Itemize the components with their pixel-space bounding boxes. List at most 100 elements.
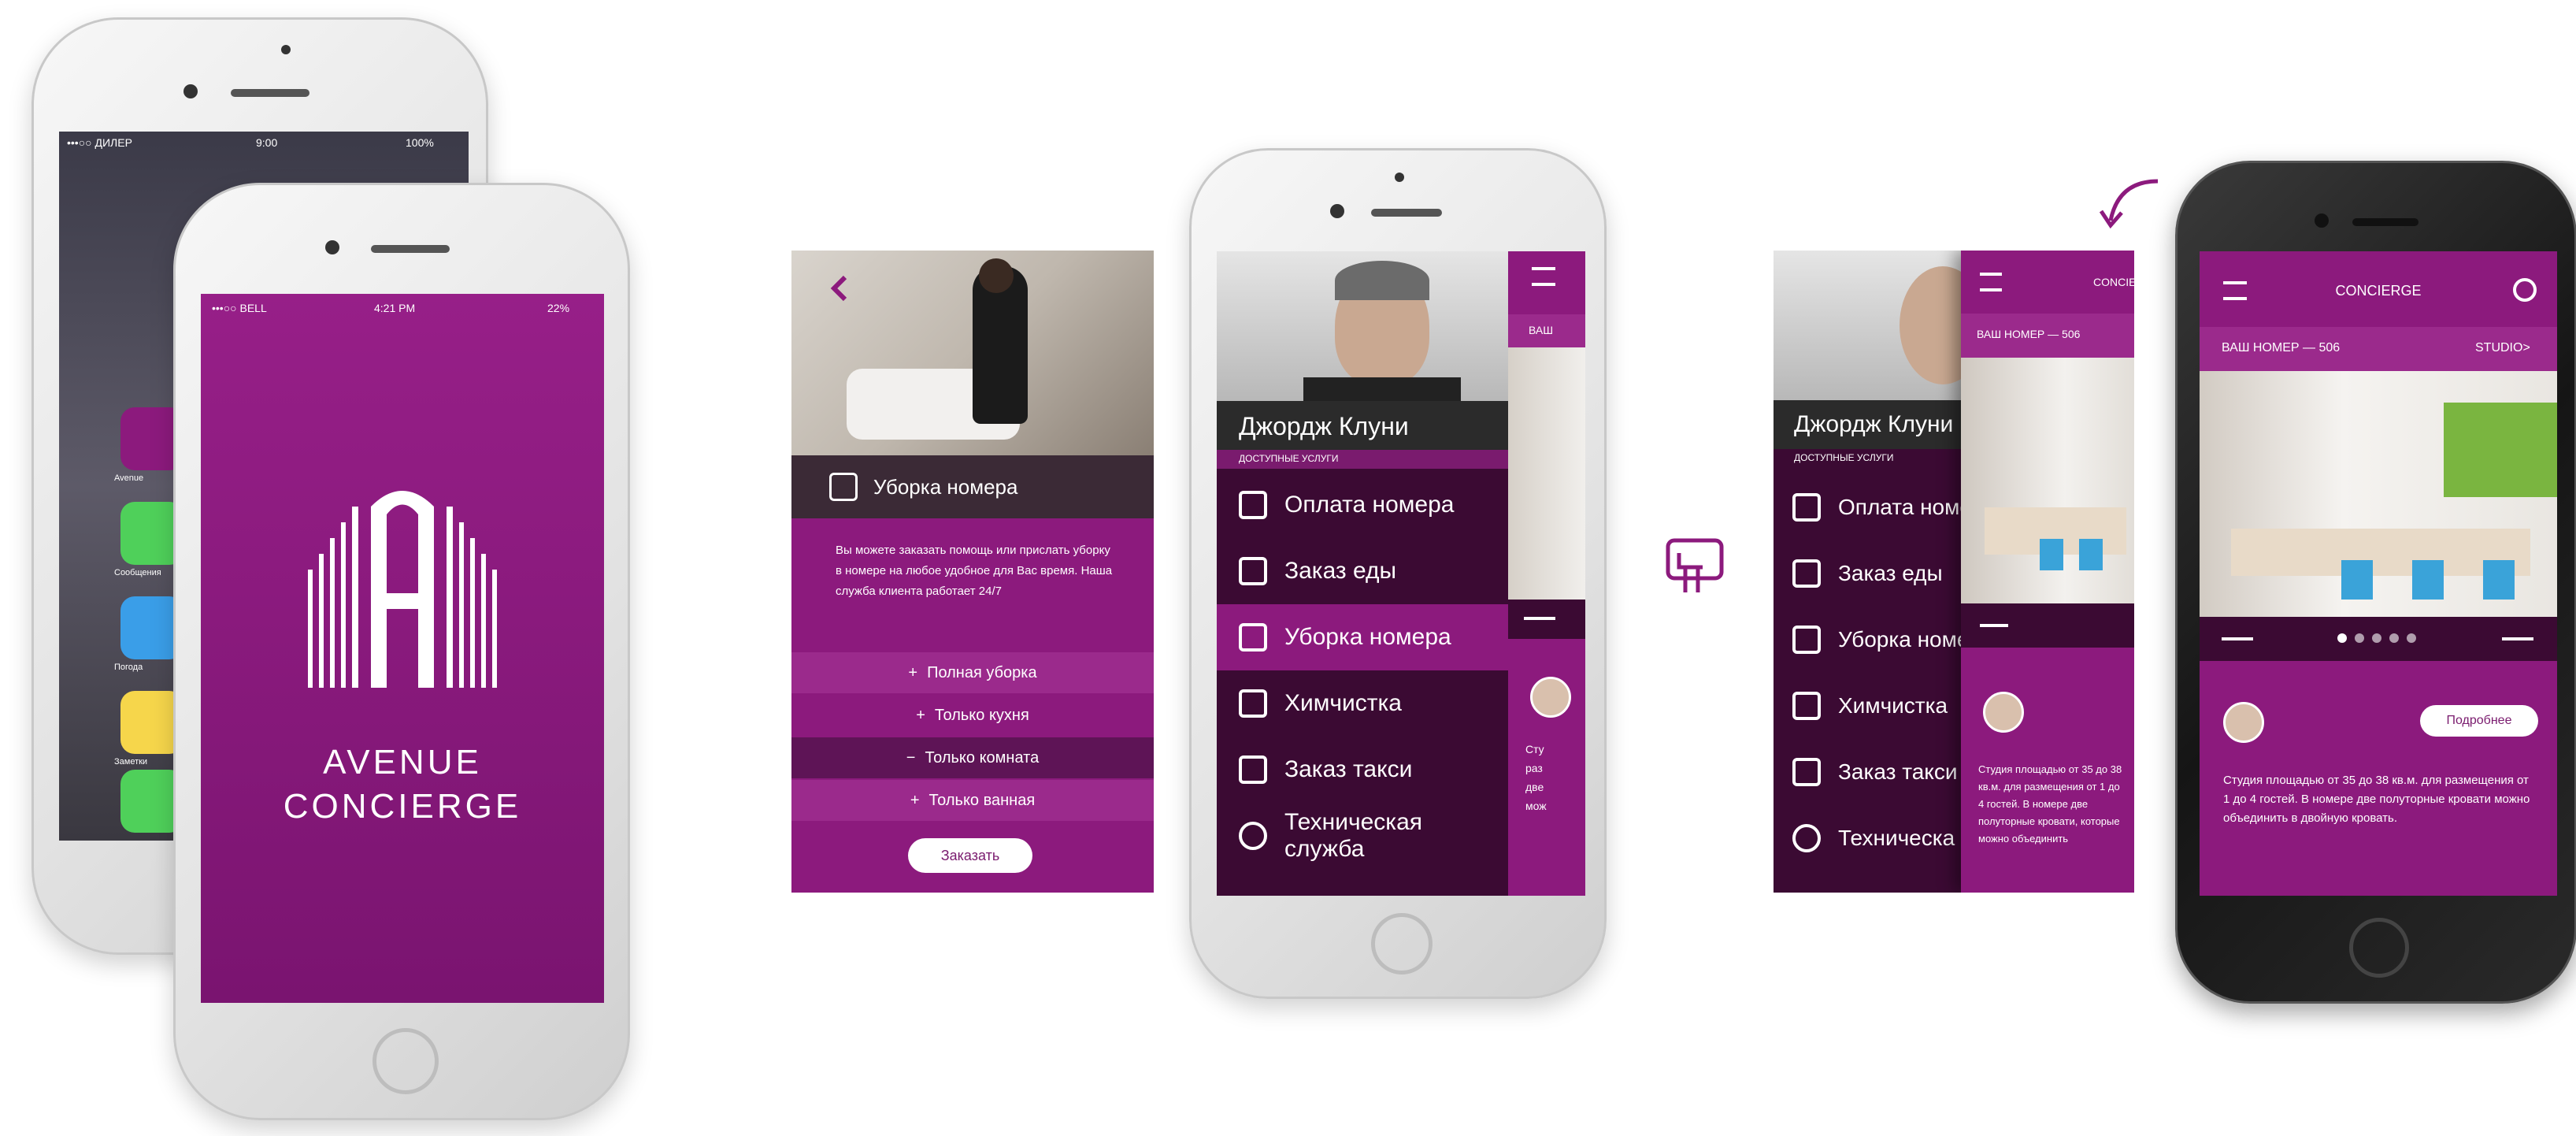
- option-sign: +: [908, 663, 918, 681]
- cleaning-service-screen: Уборка номера Вы можете заказать помощь …: [791, 251, 1154, 893]
- room-description: Студия площадью от 35 до 38 кв.м. для ра…: [1978, 763, 2122, 845]
- status-carrier: •••○○ ДИЛЕР: [67, 136, 132, 149]
- room-type-link[interactable]: STUDIO>: [2475, 341, 2530, 355]
- transition-screen: Джордж Клуни ДОСТУПНЫЕ УСЛУГИ Оплата ном…: [1774, 251, 2134, 893]
- gear-icon: [1792, 824, 1821, 852]
- main-screen-peek[interactable]: ВАШ Сту раз две мож: [1508, 251, 1585, 896]
- menu-item-cleaning[interactable]: Уборка номе: [1774, 607, 1969, 673]
- menu-item-label: Техническая служба: [1284, 809, 1423, 862]
- arrow-left-icon[interactable]: [2222, 637, 2253, 640]
- menu-item-food[interactable]: Заказ еды: [1217, 538, 1508, 604]
- avatar: [1530, 677, 1571, 718]
- option-label: Только комната: [925, 748, 1040, 767]
- speaker-grille: [2352, 218, 2418, 226]
- logo-line-2: CONCIERGE: [283, 787, 522, 826]
- hamburger-icon[interactable]: [1980, 273, 2002, 291]
- menu-item-label: Заказ такси: [1838, 759, 1958, 784]
- cleaning-icon: [829, 473, 858, 501]
- app-label-notes: Заметки: [114, 757, 148, 767]
- details-button[interactable]: Подробнее: [2420, 705, 2538, 737]
- avatar: [1983, 692, 2024, 733]
- splash-screen: •••○○ BELL 4:21 PM 22% AVENUE CONCIERGE: [201, 294, 604, 1003]
- hamburger-icon[interactable]: [1532, 267, 1555, 286]
- menu-screen: Джордж Клуни ДОСТУПНЫЕ УСЛУГИ Оплата ном…: [1217, 251, 1585, 896]
- option-label: Только ванная: [928, 791, 1036, 809]
- front-camera: [325, 240, 339, 254]
- option-sign: −: [906, 748, 916, 767]
- payment-icon: [1792, 493, 1821, 522]
- food-icon: [1239, 557, 1267, 585]
- service-description: Вы можете заказать помощь или прислать у…: [836, 544, 1113, 598]
- menu-item-taxi[interactable]: Заказ такси: [1774, 739, 1963, 805]
- arrow-right-icon[interactable]: [2502, 637, 2533, 640]
- menu-item-label: Химчистка: [1838, 693, 1948, 718]
- laundry-icon: [1792, 692, 1821, 720]
- option-room[interactable]: − Только комната: [791, 737, 1154, 778]
- peek-text: Сту раз две мож: [1525, 743, 1547, 812]
- home-button[interactable]: [373, 1028, 439, 1094]
- user-name: Джордж Клуни: [1794, 411, 1954, 437]
- user-photo: [1774, 251, 1963, 400]
- front-camera-dot: [1395, 173, 1404, 182]
- carousel-dots: [2333, 633, 2420, 647]
- home-button[interactable]: [1371, 913, 1433, 975]
- menu-item-laundry[interactable]: Химчистка: [1774, 673, 1963, 739]
- arrow-left-icon[interactable]: [1980, 624, 2008, 627]
- status-battery: 22%: [547, 302, 570, 314]
- logo-line-1: AVENUE: [323, 743, 482, 781]
- menu-item-cleaning[interactable]: Уборка номера: [1217, 604, 1508, 670]
- swipe-gesture-icon: [1666, 538, 1724, 592]
- app-label-weather: Погода: [114, 663, 143, 672]
- avatar: [2223, 702, 2264, 743]
- menu-item-tech[interactable]: Техническая служба: [1217, 803, 1508, 869]
- menu-item-food[interactable]: Заказ еды: [1774, 540, 1963, 607]
- user-name: Джордж Клуни: [1239, 412, 1409, 440]
- taxi-icon: [1239, 755, 1267, 784]
- front-camera: [183, 84, 198, 98]
- chevron-left-icon: [830, 275, 847, 302]
- room-description: Студия площадью от 35 до 38 кв.м. для ра…: [2223, 774, 2530, 825]
- status-time: 9:00: [256, 136, 278, 149]
- settings-gear-icon[interactable]: [2513, 278, 2537, 302]
- service-title: Уборка номера: [873, 474, 1018, 499]
- option-bath[interactable]: + Только ванная: [791, 780, 1154, 821]
- peek-label: ВАШ: [1529, 324, 1554, 336]
- header-title: CONCIE: [2093, 276, 2134, 288]
- option-full[interactable]: + Полная уборка: [791, 652, 1154, 693]
- menu-item-taxi[interactable]: Заказ такси: [1217, 737, 1508, 803]
- option-label: Полная уборка: [927, 663, 1037, 681]
- menu-item-label: Техническа: [1838, 826, 1955, 850]
- menu-item-tech[interactable]: Техническа: [1774, 805, 1963, 871]
- laundry-icon: [1239, 689, 1267, 718]
- menu-item-label: Уборка номе: [1838, 627, 1970, 652]
- option-sign: +: [916, 706, 925, 724]
- curved-arrow-icon: [2099, 179, 2159, 229]
- menu-item-label: Заказ еды: [1838, 561, 1943, 585]
- food-icon: [1792, 559, 1821, 588]
- room-photo: [2200, 371, 2557, 617]
- gear-icon: [1239, 822, 1267, 850]
- phone-front-splash: •••○○ BELL 4:21 PM 22% AVENUE CONCIERGE: [173, 183, 630, 1120]
- room-label: ВАШ НОМЕР — 506: [2222, 341, 2341, 355]
- payment-icon: [1239, 491, 1267, 519]
- back-button[interactable]: [825, 273, 856, 304]
- service-title-bar: Уборка номера: [791, 455, 1154, 518]
- menu-subtitle: ДОСТУПНЫЕ УСЛУГИ: [1794, 452, 1894, 463]
- menu-item-label: Заказ еды: [1284, 558, 1397, 584]
- menu-item-laundry[interactable]: Химчистка: [1217, 670, 1508, 737]
- home-button[interactable]: [2349, 918, 2409, 978]
- app-label-avenue: Avenue: [114, 473, 144, 483]
- option-kitchen[interactable]: + Только кухня: [791, 695, 1154, 736]
- menu-item-label: Химчистка: [1284, 690, 1402, 716]
- room-photo: [1961, 358, 2134, 603]
- room-photo-peek: [1508, 347, 1585, 600]
- menu-item-payment[interactable]: Оплата номе: [1774, 474, 1972, 540]
- order-button[interactable]: Заказать: [908, 838, 1032, 873]
- main-screen-sliding[interactable]: CONCIE ВАШ НОМЕР — 506 Студия площадью о…: [1961, 251, 2134, 893]
- arrow-left-icon[interactable]: [1524, 617, 1555, 620]
- status-battery: 100%: [406, 136, 434, 149]
- front-camera: [1330, 204, 1344, 218]
- menu-item-label: Уборка номера: [1284, 624, 1451, 650]
- front-camera-dot: [281, 45, 291, 54]
- menu-item-payment[interactable]: Оплата номера: [1217, 472, 1508, 538]
